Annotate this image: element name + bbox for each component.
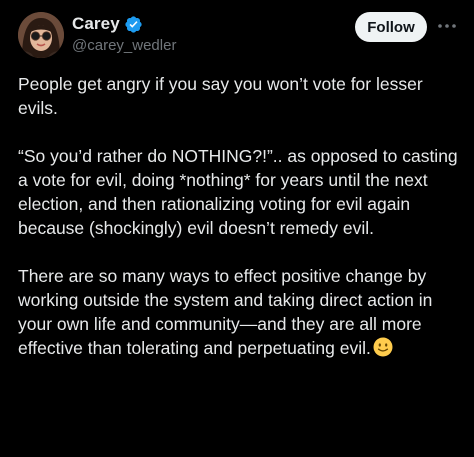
profile-photo-icon bbox=[18, 12, 64, 58]
tweet-header: Carey @carey_wedler Follow bbox=[0, 0, 474, 70]
follow-button[interactable]: Follow bbox=[355, 12, 427, 42]
author-name-row: Carey bbox=[72, 13, 143, 35]
slightly-smiling-face-emoji-icon bbox=[373, 337, 393, 357]
avatar[interactable] bbox=[18, 12, 64, 58]
more-horizontal-icon[interactable] bbox=[436, 16, 458, 36]
tweet-text: People get angry if you say you won’t vo… bbox=[18, 72, 463, 360]
tweet-paragraph-2: “So you’d rather do NOTHING?!”.. as oppo… bbox=[18, 146, 458, 238]
tweet-paragraph-3-text: There are so many ways to effect positiv… bbox=[18, 266, 433, 358]
tweet-paragraph-1: People get angry if you say you won’t vo… bbox=[18, 74, 423, 118]
author-handle[interactable]: @carey_wedler bbox=[72, 37, 176, 54]
tweet-paragraph-3: There are so many ways to effect positiv… bbox=[18, 264, 463, 360]
author-display-name[interactable]: Carey bbox=[72, 14, 120, 34]
verified-badge-icon bbox=[124, 15, 143, 34]
